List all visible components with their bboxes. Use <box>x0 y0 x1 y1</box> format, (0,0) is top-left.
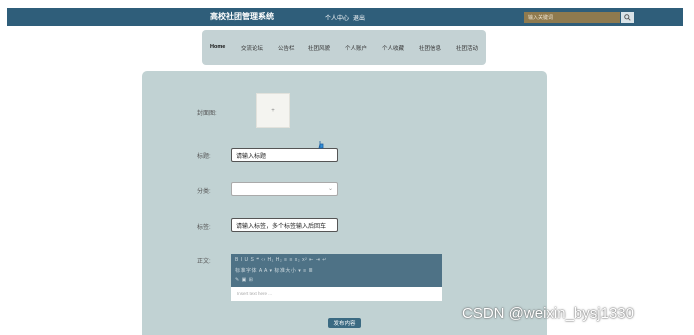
nav-item-personal-account[interactable]: 个人账户 <box>345 44 367 52</box>
search-button[interactable] <box>621 12 634 23</box>
title-label: 标题: <box>197 154 211 160</box>
nav-item-favorites[interactable]: 个人收藏 <box>382 44 404 52</box>
watermark-text: CSDN @weixin_bysj1330 <box>462 305 634 322</box>
publish-button[interactable]: 发布内容 <box>328 318 361 328</box>
cover-label: 封面图: <box>197 111 217 117</box>
nav-item-forum[interactable]: 交流论坛 <box>241 44 263 52</box>
tags-input[interactable]: 请输入标签，多个标签输入后回车 <box>231 218 338 232</box>
personal-center-link[interactable]: 个人中心 <box>325 13 349 22</box>
editor-toolbar-row-2[interactable]: 标准字体 A A ▾ 标准大小 ▾ ≡ ≣ <box>235 267 313 274</box>
search-input[interactable] <box>524 12 620 23</box>
nav-item-home[interactable]: Home <box>210 44 225 50</box>
nav-item-announcements[interactable]: 公告栏 <box>278 44 295 52</box>
rich-text-editor[interactable]: Insert text here ... <box>231 287 442 301</box>
top-header-bar: 高校社团管理系统 个人中心 退出 <box>7 8 683 26</box>
chevron-down-icon: ⌄ <box>327 186 333 192</box>
editor-toolbar-row-3[interactable]: ✎ ▣ ⊞ <box>235 277 253 283</box>
site-title: 高校社团管理系统 <box>210 12 274 21</box>
pointer-cursor-icon <box>318 141 324 149</box>
content-label: 正文: <box>197 259 211 265</box>
plus-icon: + <box>271 107 275 114</box>
logout-link[interactable]: 退出 <box>353 13 365 22</box>
editor-toolbar-row-1[interactable]: B I U S ❝ ‹› H₁ H₂ ≡ ≡ x₂ x² ⇤ ⇥ ↵ <box>235 257 327 263</box>
category-label: 分类: <box>197 189 211 195</box>
category-select[interactable]: ⌄ <box>231 182 338 196</box>
nav-item-club-activities[interactable]: 社团活动 <box>456 44 478 52</box>
nav-item-club-style[interactable]: 社团风貌 <box>308 44 330 52</box>
tags-label: 标签: <box>197 225 211 231</box>
main-nav: Home 交流论坛 公告栏 社团风貌 个人账户 个人收藏 社团信息 社团活动 <box>202 30 486 65</box>
search-icon <box>624 14 631 21</box>
cover-image-upload[interactable]: + <box>256 93 290 128</box>
editor-placeholder: Insert text here ... <box>237 291 273 296</box>
nav-item-club-info[interactable]: 社团信息 <box>419 44 441 52</box>
editor-toolbar: B I U S ❝ ‹› H₁ H₂ ≡ ≡ x₂ x² ⇤ ⇥ ↵ 标准字体 … <box>231 254 442 287</box>
